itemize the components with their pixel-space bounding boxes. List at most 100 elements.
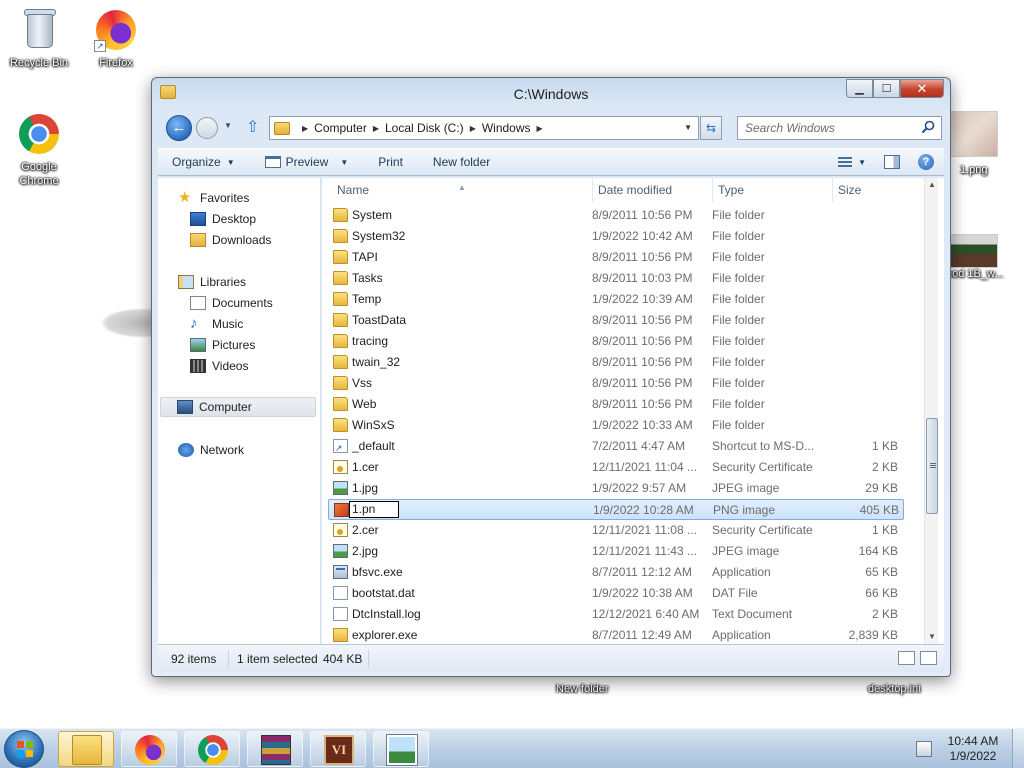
system-clock[interactable]: 10:44 AM 1/9/2022 bbox=[944, 734, 1002, 764]
recent-pages-dropdown[interactable]: ▼ bbox=[224, 121, 232, 130]
file-row[interactable]: TAPI 8/9/2011 10:56 PM File folder bbox=[328, 247, 904, 268]
chevron-right-icon[interactable]: ▶ bbox=[302, 124, 308, 133]
chrome-icon bbox=[198, 735, 228, 765]
show-desktop-button[interactable] bbox=[1012, 729, 1024, 768]
nav-computer[interactable]: Computer bbox=[160, 397, 316, 417]
file-row[interactable]: Temp 1/9/2022 10:39 AM File folder bbox=[328, 289, 904, 310]
file-row[interactable]: DtcInstall.log 12/12/2021 6:40 AM Text Doc… bbox=[328, 604, 904, 625]
nav-item-label: Favorites bbox=[200, 191, 250, 205]
nav-videos[interactable]: Videos bbox=[190, 356, 248, 376]
column-headers: ▲ Name Date modified Type Size bbox=[322, 178, 932, 202]
scroll-thumb[interactable] bbox=[926, 418, 938, 514]
file-row[interactable]: 1.cer 12/11/2021 11:04 ... Security Certif… bbox=[328, 457, 904, 478]
file-row[interactable]: 1.pn 1/9/2022 10:28 AM PNG image 405 KB bbox=[328, 499, 904, 520]
back-arrow-icon: ← bbox=[171, 119, 187, 136]
chevron-down-icon[interactable]: ▼ bbox=[858, 158, 866, 167]
desktop-new-folder-label[interactable]: New folder bbox=[556, 683, 609, 695]
chevron-right-icon[interactable]: ▶ bbox=[373, 124, 379, 133]
column-header-date[interactable]: Date modified bbox=[598, 183, 672, 197]
search-icon[interactable] bbox=[921, 120, 935, 134]
scroll-up-icon[interactable]: ▲ bbox=[925, 178, 939, 192]
action-center-icon[interactable] bbox=[916, 741, 932, 757]
column-header-size[interactable]: Size bbox=[838, 183, 861, 197]
details-view-icon[interactable] bbox=[898, 651, 915, 665]
file-row[interactable]: twain_32 8/9/2011 10:56 PM File folder bbox=[328, 352, 904, 373]
preview-button[interactable]: Preview ▼ bbox=[264, 155, 348, 169]
nav-music[interactable]: ♪ Music bbox=[190, 314, 243, 334]
minimize-button[interactable]: ▁ bbox=[846, 79, 873, 98]
column-header-type[interactable]: Type bbox=[718, 183, 744, 197]
nav-downloads[interactable]: Downloads bbox=[190, 230, 271, 250]
address-bar[interactable]: ▶ Computer ▶ Local Disk (C:) ▶ Windows ▶… bbox=[269, 116, 699, 140]
organize-button[interactable]: Organize ▼ bbox=[172, 155, 235, 169]
file-row[interactable]: 2.cer 12/11/2021 11:08 ... Security Certif… bbox=[328, 520, 904, 541]
file-row[interactable]: tracing 8/9/2011 10:56 PM File folder bbox=[328, 331, 904, 352]
folder-icon bbox=[333, 250, 348, 264]
file-date: 8/9/2011 10:03 PM bbox=[592, 271, 693, 285]
title-bar[interactable]: C:\Windows ▁ ☐ ✕ bbox=[152, 78, 950, 108]
folder-icon bbox=[333, 292, 348, 306]
file-row[interactable]: bfsvc.exe 8/7/2011 12:12 AM Application 65 … bbox=[328, 562, 904, 583]
file-row[interactable]: explorer.exe 8/7/2011 12:49 AM Application… bbox=[328, 625, 904, 646]
file-row[interactable]: 1.jpg 1/9/2022 9:57 AM JPEG image 29 KB bbox=[328, 478, 904, 499]
preview-pane-icon[interactable] bbox=[884, 155, 900, 169]
nav-item-label: Desktop bbox=[212, 212, 257, 226]
taskbar-firefox[interactable] bbox=[121, 731, 177, 767]
navigation-row: ← ▼ ⇧ ▶ Computer ▶ Local Disk (C:) ▶ Win… bbox=[152, 112, 950, 144]
new-folder-button[interactable]: New folder bbox=[433, 155, 490, 169]
scroll-down-icon[interactable]: ▼ bbox=[925, 630, 939, 644]
nav-documents[interactable]: Documents bbox=[190, 293, 273, 313]
desktop-icon-firefox[interactable]: ↗ Firefox bbox=[78, 6, 154, 70]
forward-button[interactable] bbox=[196, 117, 218, 139]
close-button[interactable]: ✕ bbox=[900, 79, 944, 98]
file-row[interactable]: 2.jpg 12/11/2021 11:43 ... JPEG image 164 K… bbox=[328, 541, 904, 562]
refresh-button[interactable]: ⇆ bbox=[700, 116, 722, 140]
rename-input[interactable]: 1.pn bbox=[349, 501, 399, 518]
file-row[interactable]: ToastData 8/9/2011 10:56 PM File folder bbox=[328, 310, 904, 331]
desktop-ini-label[interactable]: desktop.ini bbox=[868, 683, 921, 695]
file-row[interactable]: WinSxS 1/9/2022 10:33 AM File folder bbox=[328, 415, 904, 436]
taskbar-windows-explorer[interactable] bbox=[58, 731, 114, 767]
taskbar-photo-viewer[interactable] bbox=[373, 731, 429, 767]
file-row[interactable]: Web 8/9/2011 10:56 PM File folder bbox=[328, 394, 904, 415]
search-input[interactable]: Search Windows bbox=[737, 116, 942, 140]
file-row[interactable]: bootstat.dat 1/9/2022 10:38 AM DAT File 66 … bbox=[328, 583, 904, 604]
desktop-video-thumbnail[interactable] bbox=[946, 234, 998, 268]
taskbar-winrar[interactable] bbox=[247, 731, 303, 767]
file-row[interactable]: Vss 8/9/2011 10:56 PM File folder bbox=[328, 373, 904, 394]
breadcrumb-windows[interactable]: Windows bbox=[482, 121, 531, 135]
back-button[interactable]: ← bbox=[166, 115, 192, 141]
chevron-right-icon[interactable]: ▶ bbox=[470, 124, 476, 133]
nav-libraries[interactable]: Libraries bbox=[178, 272, 246, 292]
nav-desktop[interactable]: Desktop bbox=[190, 209, 256, 229]
taskbar-vi-app[interactable]: VI bbox=[310, 731, 366, 767]
file-row[interactable]: System 8/9/2011 10:56 PM File folder bbox=[328, 205, 904, 226]
file-row[interactable]: Tasks 8/9/2011 10:03 PM File folder bbox=[328, 268, 904, 289]
up-button[interactable]: ⇧ bbox=[246, 120, 259, 136]
downloads-icon bbox=[190, 233, 206, 247]
file-row[interactable]: System32 1/9/2022 10:42 AM File folder bbox=[328, 226, 904, 247]
maximize-button[interactable]: ☐ bbox=[873, 79, 900, 98]
desktop-icon-google-chrome[interactable]: Google Chrome bbox=[1, 110, 77, 188]
chevron-right-icon[interactable]: ▶ bbox=[537, 124, 543, 133]
taskbar-chrome[interactable] bbox=[184, 731, 240, 767]
search-placeholder: Search Windows bbox=[745, 121, 835, 135]
breadcrumb-local-disk[interactable]: Local Disk (C:) bbox=[385, 121, 464, 135]
address-dropdown-icon[interactable]: ▼ bbox=[684, 123, 692, 132]
print-button[interactable]: Print bbox=[378, 155, 403, 169]
file-row[interactable]: _default 7/2/2011 4:47 AM Shortcut to MS-D… bbox=[328, 436, 904, 457]
desktop-png-thumbnail[interactable] bbox=[946, 111, 998, 157]
start-button[interactable] bbox=[4, 730, 44, 768]
file-size: 2 KB bbox=[871, 607, 898, 621]
large-icons-view-icon[interactable] bbox=[920, 651, 937, 665]
change-view-icon[interactable] bbox=[838, 156, 853, 168]
help-icon[interactable]: ? bbox=[918, 154, 934, 170]
nav-pictures[interactable]: Pictures bbox=[190, 335, 255, 355]
breadcrumb-computer[interactable]: Computer bbox=[314, 121, 367, 135]
desktop-icon-recycle-bin[interactable]: Recycle Bin bbox=[1, 6, 77, 70]
nav-network[interactable]: Network bbox=[178, 440, 244, 460]
file-name: 2.cer bbox=[352, 523, 379, 537]
vertical-scrollbar[interactable]: ▲ ▼ bbox=[924, 178, 938, 644]
nav-favorites[interactable]: ★ Favorites bbox=[178, 188, 249, 208]
column-header-name[interactable]: Name bbox=[337, 183, 369, 197]
